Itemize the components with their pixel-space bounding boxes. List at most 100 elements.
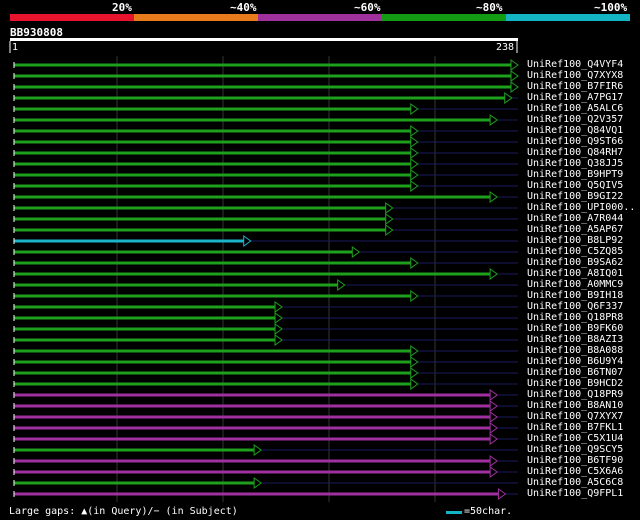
hit-bar (14, 316, 276, 320)
hit-label[interactable]: UniRef100_Q9FPL1 (527, 488, 623, 499)
hit-label[interactable]: UniRef100_A0MMC9 (527, 279, 623, 290)
hit-label[interactable]: UniRef100_B6U9Y4 (527, 356, 623, 367)
hit-label[interactable]: UniRef100_C5X6A6 (527, 466, 623, 477)
hit-bar (14, 85, 511, 89)
hit-label[interactable]: UniRef100_A7PG17 (527, 92, 623, 103)
hit-label[interactable]: UniRef100_Q7XYX7 (527, 411, 623, 422)
color-bar-segment (134, 14, 258, 21)
hit-bar (14, 305, 276, 309)
hit-end-arrow (489, 400, 498, 412)
hit-label[interactable]: UniRef100_Q9ST66 (527, 136, 623, 147)
hit-label[interactable]: UniRef100_Q5QIV5 (527, 180, 623, 191)
hit-end-arrow (510, 70, 519, 82)
hit-bar (14, 481, 255, 485)
hit-label[interactable]: UniRef100_Q2V357 (527, 114, 623, 125)
hit-label[interactable]: UniRef100_B8A088 (527, 345, 623, 356)
query-ruler (10, 38, 518, 41)
hit-bar (14, 327, 276, 331)
hit-bar (14, 459, 491, 463)
hit-bar (14, 272, 491, 276)
hit-label[interactable]: UniRef100_A5ALC6 (527, 103, 623, 114)
hit-label[interactable]: UniRef100_Q4VYF4 (527, 59, 623, 70)
hit-bar (14, 107, 411, 111)
hit-bar (14, 371, 411, 375)
hit-label[interactable]: UniRef100_Q18PR8 (527, 312, 623, 323)
hit-label[interactable]: UniRef100_B9IH18 (527, 290, 623, 301)
hit-label[interactable]: UniRef100_B9HCD2 (527, 378, 623, 389)
hit-end-arrow (489, 455, 498, 467)
color-bar-segment (10, 14, 134, 21)
hit-label[interactable]: UniRef100_C5ZQ85 (527, 246, 623, 257)
hit-end-arrow (489, 411, 498, 423)
hit-bar (14, 437, 491, 441)
hit-end-arrow (385, 202, 394, 214)
hit-label[interactable]: UniRef100_A8IQ01 (527, 268, 623, 279)
hit-bar (14, 250, 353, 254)
hit-label[interactable]: UniRef100_Q9SCY5 (527, 444, 623, 455)
hit-label[interactable]: UniRef100_Q84RH7 (527, 147, 623, 158)
hit-label[interactable]: UniRef100_B9FK60 (527, 323, 623, 334)
hit-label[interactable]: UniRef100_Q38JJ5 (527, 158, 623, 169)
hit-end-arrow (489, 114, 498, 126)
hit-bar (14, 217, 386, 221)
hit-label[interactable]: UniRef100_Q84VQ1 (527, 125, 623, 136)
hit-label[interactable]: UniRef100_B7FIR6 (527, 81, 623, 92)
hit-bar (14, 195, 491, 199)
hit-end-arrow (410, 257, 419, 269)
hit-label[interactable]: UniRef100_UPI000.. (527, 202, 635, 213)
hit-label[interactable]: UniRef100_B6TN07 (527, 367, 623, 378)
hit-bar (14, 173, 411, 177)
hit-bar (14, 448, 255, 452)
hit-end-arrow (410, 103, 419, 115)
hit-label[interactable]: UniRef100_C5X1U4 (527, 433, 623, 444)
hit-end-arrow (510, 81, 519, 93)
hit-label[interactable]: UniRef100_A7R044 (527, 213, 623, 224)
hit-bar (14, 261, 411, 265)
hit-end-arrow (497, 488, 507, 500)
query-id: BB930808 (10, 26, 63, 39)
hit-label[interactable]: UniRef100_B8AN10 (527, 400, 623, 411)
hit-bar (14, 294, 411, 298)
hit-bar (14, 349, 411, 353)
hit-bar (14, 283, 338, 287)
hit-end-arrow (489, 422, 498, 434)
hit-bar (14, 382, 411, 386)
hit-end-arrow (410, 125, 419, 137)
hit-bar (14, 228, 386, 232)
hit-bar (14, 393, 491, 397)
hit-end-arrow (274, 312, 283, 324)
hit-end-arrow (410, 169, 419, 181)
hit-label[interactable]: UniRef100_B7FKL1 (527, 422, 623, 433)
hit-end-arrow (489, 466, 498, 478)
hit-bar (14, 184, 411, 188)
hit-label[interactable]: UniRef100_Q7XYX8 (527, 70, 623, 81)
hit-bar (14, 63, 511, 67)
hit-label[interactable]: UniRef100_Q18PR9 (527, 389, 623, 400)
hit-bar (14, 129, 411, 133)
hit-label[interactable]: UniRef100_A5C6C8 (527, 477, 623, 488)
hit-end-arrow (410, 147, 419, 159)
hit-label[interactable]: UniRef100_B9HPT9 (527, 169, 623, 180)
hit-bar (14, 492, 499, 496)
hit-bar (14, 151, 411, 155)
hit-label[interactable]: UniRef100_B9SA62 (527, 257, 623, 268)
gap-legend: Large gaps: ▲(in Query)/− (in Subject) (9, 506, 238, 517)
hit-end-arrow (410, 345, 419, 357)
hit-end-arrow (410, 158, 419, 170)
hit-end-arrow (253, 477, 263, 489)
hit-label[interactable]: UniRef100_A5AP67 (527, 224, 623, 235)
query-end: 238 (496, 42, 515, 53)
color-bar-segment (382, 14, 506, 21)
hit-label[interactable]: UniRef100_B8AZI3 (527, 334, 623, 345)
hit-bar (14, 140, 411, 144)
hit-end-arrow (385, 213, 394, 225)
pct-label-60: ~60% (354, 1, 381, 14)
hit-label[interactable]: UniRef100_Q6F337 (527, 301, 623, 312)
query-start: 1 (12, 42, 19, 53)
hit-label[interactable]: UniRef100_B9GI22 (527, 191, 623, 202)
hit-bar (14, 415, 491, 419)
hit-end-arrow (410, 378, 419, 390)
hit-label[interactable]: UniRef100_B6TF90 (527, 455, 623, 466)
hit-label[interactable]: UniRef100_B8LP92 (527, 235, 623, 246)
hit-end-arrow (410, 356, 419, 368)
